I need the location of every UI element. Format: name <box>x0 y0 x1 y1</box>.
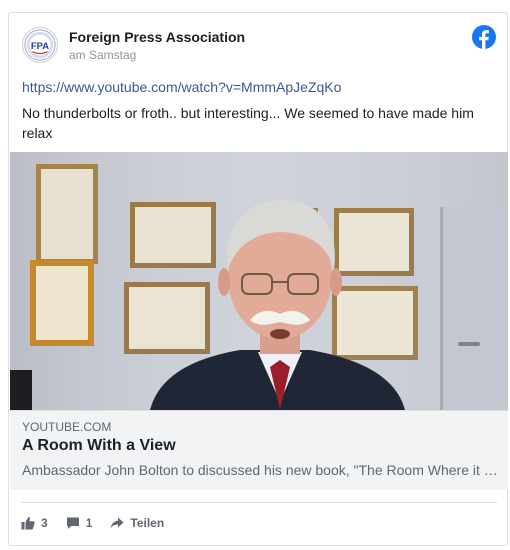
share-arrow-icon <box>110 517 124 529</box>
post-timestamp[interactable]: am Samstag <box>69 48 136 62</box>
comment-count: 1 <box>85 516 93 530</box>
avatar-text: FPA <box>31 41 49 52</box>
link-domain: YOUTUBE.COM <box>22 420 112 434</box>
like-count: 3 <box>41 516 48 530</box>
comment-button[interactable]: 1 <box>66 516 93 530</box>
post-text: No thunderbolts or froth.. but interesti… <box>22 105 474 141</box>
fpa-logo-icon: FPA <box>24 29 56 61</box>
link-title: A Room With a View <box>22 437 176 454</box>
facebook-icon[interactable] <box>472 25 496 49</box>
post-header: FPA Foreign Press Association am Samstag <box>9 13 507 73</box>
link-preview-meta[interactable]: YOUTUBE.COM A Room With a View Ambassado… <box>10 410 508 490</box>
comment-icon <box>66 517 79 529</box>
page-name[interactable]: Foreign Press Association <box>69 29 245 45</box>
share-label: Teilen <box>130 516 165 530</box>
like-button[interactable]: 3 <box>21 516 48 530</box>
post-link[interactable]: https://www.youtube.com/watch?v=MmmApJeZ… <box>22 79 341 95</box>
divider <box>21 502 497 503</box>
post-actions: 3 1 Teilen <box>21 513 182 533</box>
page-avatar[interactable]: FPA <box>22 27 58 63</box>
link-description: Ambassador John Bolton to discussed his … <box>22 462 498 478</box>
video-thumbnail[interactable] <box>10 152 508 410</box>
facebook-post-card: FPA Foreign Press Association am Samstag… <box>8 12 508 546</box>
thumbs-up-icon <box>21 517 35 530</box>
share-button[interactable]: Teilen <box>110 516 164 530</box>
